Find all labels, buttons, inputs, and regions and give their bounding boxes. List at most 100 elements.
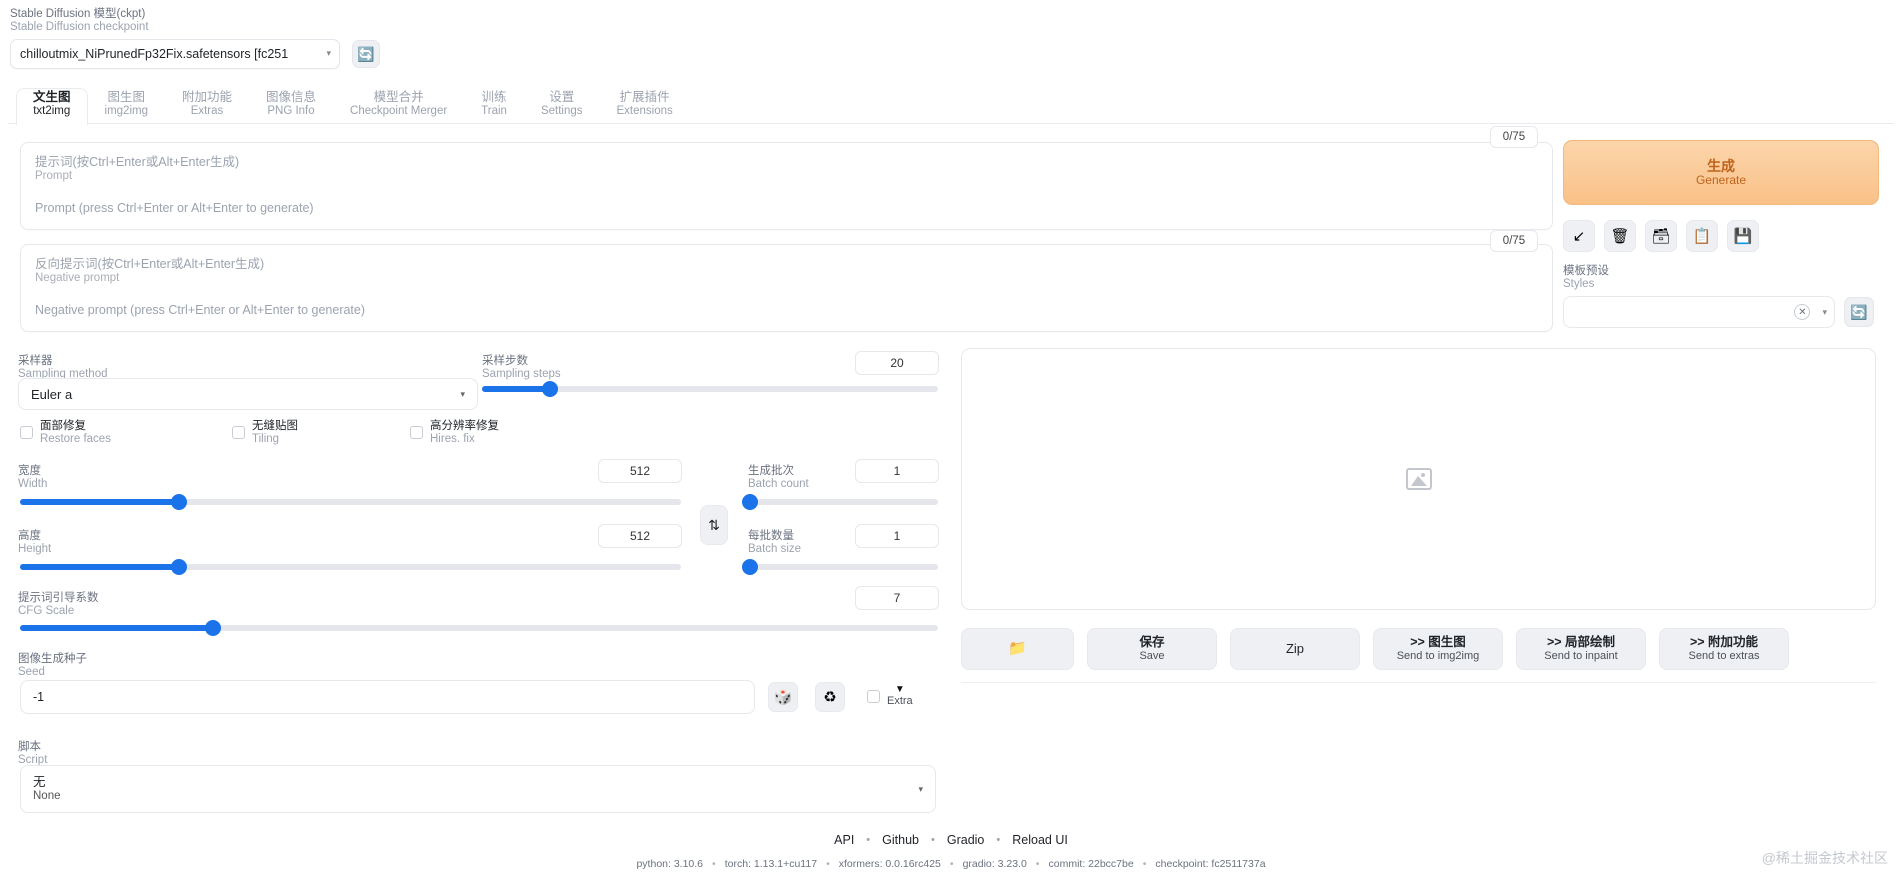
checkbox-icon[interactable]: [232, 426, 245, 440]
open-folder-button[interactable]: 📁: [961, 628, 1074, 670]
tab-label-cn: 图生图: [107, 90, 145, 104]
checkbox-restore-faces[interactable]: 面部修复 Restore faces: [20, 420, 111, 446]
send-to-extras-button[interactable]: >> 附加功能 Send to extras: [1659, 628, 1789, 670]
save-button[interactable]: 保存 Save: [1087, 628, 1217, 670]
checkbox-hires-fix[interactable]: 高分辨率修复 Hires. fix: [410, 420, 499, 446]
generate-label-en: Generate: [1695, 172, 1747, 187]
cfg-scale-value[interactable]: 7: [855, 586, 939, 610]
checkbox-tiling[interactable]: 无缝贴图 Tiling: [232, 420, 298, 446]
height-label: 高度 Height: [18, 527, 51, 555]
slider-knob[interactable]: [542, 381, 559, 397]
footer-meta-separator: •: [712, 858, 716, 870]
batch-count-value[interactable]: 1: [855, 459, 939, 483]
tab-train[interactable]: 训练 Train: [464, 88, 524, 121]
prompt-positive-box[interactable]: 提示词(按Ctrl+Enter或Alt+Enter生成) Prompt Prom…: [20, 142, 1553, 230]
slider-knob[interactable]: [170, 494, 187, 510]
footer-link-reload-ui[interactable]: Reload UI: [1012, 833, 1068, 847]
checkbox-label-cn: 无缝贴图: [252, 420, 298, 432]
styles-dropdown[interactable]: ✕ ▾: [1563, 296, 1835, 328]
batch-size-value[interactable]: 1: [855, 524, 939, 548]
prompt-action-icons: ↙ 🗑 🗃 📋 💾: [1563, 220, 1759, 252]
styles-refresh-button[interactable]: 🔄: [1844, 297, 1874, 327]
chevron-down-icon: ▾: [918, 783, 923, 794]
swap-dimensions-button[interactable]: ⇅: [700, 505, 728, 545]
checkbox-icon[interactable]: [867, 689, 880, 703]
prompt-negative-box[interactable]: 反向提示词(按Ctrl+Enter或Alt+Enter生成) Negative …: [20, 244, 1553, 332]
checkpoint-select[interactable]: chilloutmix_NiPrunedFp32Fix.safetensors …: [10, 38, 340, 69]
slider-knob[interactable]: [170, 559, 187, 575]
styles-label: 模板预设 Styles: [1563, 265, 1609, 291]
tab-checkpoint-merger[interactable]: 模型合并 Checkpoint Merger: [333, 88, 464, 121]
chevron-down-icon: ▾: [1822, 306, 1827, 317]
slider-knob[interactable]: [742, 494, 758, 510]
checkbox-icon[interactable]: [410, 426, 423, 440]
button-label-en: Save: [1139, 649, 1165, 662]
footer-link-gradio[interactable]: Gradio: [947, 833, 985, 847]
card-file-box-button[interactable]: 🗃: [1645, 220, 1677, 252]
button-label-cn: >> 图生图: [1410, 635, 1466, 650]
chevron-down-icon: ▾: [460, 388, 465, 399]
cfg-scale-slider[interactable]: [20, 620, 938, 636]
generate-button[interactable]: 生成 Generate: [1563, 140, 1879, 205]
prompt-positive-placeholder: Prompt (press Ctrl+Enter or Alt+Enter to…: [35, 201, 314, 216]
sampling-steps-value[interactable]: 20: [855, 351, 939, 375]
tab-extensions[interactable]: 扩展插件 Extensions: [600, 88, 690, 121]
width-slider[interactable]: [20, 494, 681, 510]
zip-button[interactable]: Zip: [1230, 628, 1360, 670]
slider-knob[interactable]: [742, 559, 758, 575]
tab-txt2img[interactable]: 文生图 txt2img: [16, 88, 88, 125]
width-value[interactable]: 512: [598, 459, 682, 483]
seed-input[interactable]: -1: [20, 680, 755, 714]
cfg-scale-label: 提示词引导系数 CFG Scale: [18, 589, 99, 617]
script-dropdown[interactable]: 无 None ▾: [20, 765, 936, 813]
height-label-cn: 高度: [18, 530, 41, 542]
footer-link-github[interactable]: Github: [882, 833, 919, 847]
batch-size-label: 每批数量 Batch size: [748, 527, 801, 555]
tab-label-cn: 设置: [549, 90, 575, 104]
sampling-method-dropdown[interactable]: Euler a ▾: [18, 378, 478, 410]
chevron-down-icon: ▾: [326, 48, 331, 59]
tab-label-en: Extensions: [616, 104, 673, 117]
send-to-inpaint-button[interactable]: >> 局部绘制 Send to inpaint: [1516, 628, 1646, 670]
height-slider[interactable]: [20, 559, 681, 575]
clear-icon[interactable]: ✕: [1794, 304, 1811, 320]
sampling-method-label-cn: 采样器: [18, 355, 53, 367]
tab-extras[interactable]: 附加功能 Extras: [165, 88, 249, 121]
output-image-panel[interactable]: [961, 348, 1876, 610]
output-divider: [961, 682, 1876, 683]
tab-png-info[interactable]: 图像信息 PNG Info: [249, 88, 333, 121]
prompt-positive-token-counter: 0/75: [1490, 126, 1538, 148]
seed-label: 图像生成种子 Seed: [18, 650, 87, 678]
seed-extra-toggle[interactable]: ▼ Extra: [867, 684, 913, 707]
height-value[interactable]: 512: [598, 524, 682, 548]
cfg-scale-label-cn: 提示词引导系数: [18, 592, 99, 604]
sampling-steps-slider[interactable]: [482, 381, 938, 397]
checkbox-icon[interactable]: [20, 426, 33, 440]
script-label-cn: 脚本: [18, 741, 41, 753]
slider-knob[interactable]: [204, 620, 221, 636]
footer-meta-item: torch: 1.13.1+cu117: [724, 858, 818, 870]
clipboard-button[interactable]: 📋: [1686, 220, 1718, 252]
batch-count-slider[interactable]: [742, 494, 938, 510]
arrow-down-left-button[interactable]: ↙: [1563, 220, 1595, 252]
footer-link-api[interactable]: API: [834, 833, 854, 847]
footer-meta: python: 3.10.6 • torch: 1.13.1+cu117 • xform…: [0, 858, 1902, 870]
checkpoint-refresh-button[interactable]: 🔄: [352, 39, 380, 68]
batch-size-slider[interactable]: [742, 559, 938, 575]
button-label-en: Send to inpaint: [1544, 649, 1618, 662]
tab-settings[interactable]: 设置 Settings: [524, 88, 600, 121]
tab-label-en: img2img: [104, 104, 148, 117]
seed-label-cn: 图像生成种子: [18, 653, 87, 665]
styles-row: ✕ ▾ 🔄: [1563, 296, 1874, 328]
send-to-img2img-button[interactable]: >> 图生图 Send to img2img: [1373, 628, 1503, 670]
prompt-negative-label-cn: 反向提示词(按Ctrl+Enter或Alt+Enter生成): [35, 257, 265, 271]
footer-separator: •: [996, 834, 1001, 846]
tab-img2img[interactable]: 图生图 img2img: [88, 88, 165, 121]
tab-label-cn: 文生图: [33, 90, 71, 104]
generate-label-cn: 生成: [1707, 157, 1735, 174]
trash-button[interactable]: 🗑: [1604, 220, 1636, 252]
reuse-seed-button[interactable]: ♻: [815, 682, 845, 712]
random-seed-button[interactable]: 🎲: [768, 682, 798, 712]
extra-label-group: ▼ Extra: [887, 684, 913, 707]
floppy-disk-button[interactable]: 💾: [1727, 220, 1759, 252]
